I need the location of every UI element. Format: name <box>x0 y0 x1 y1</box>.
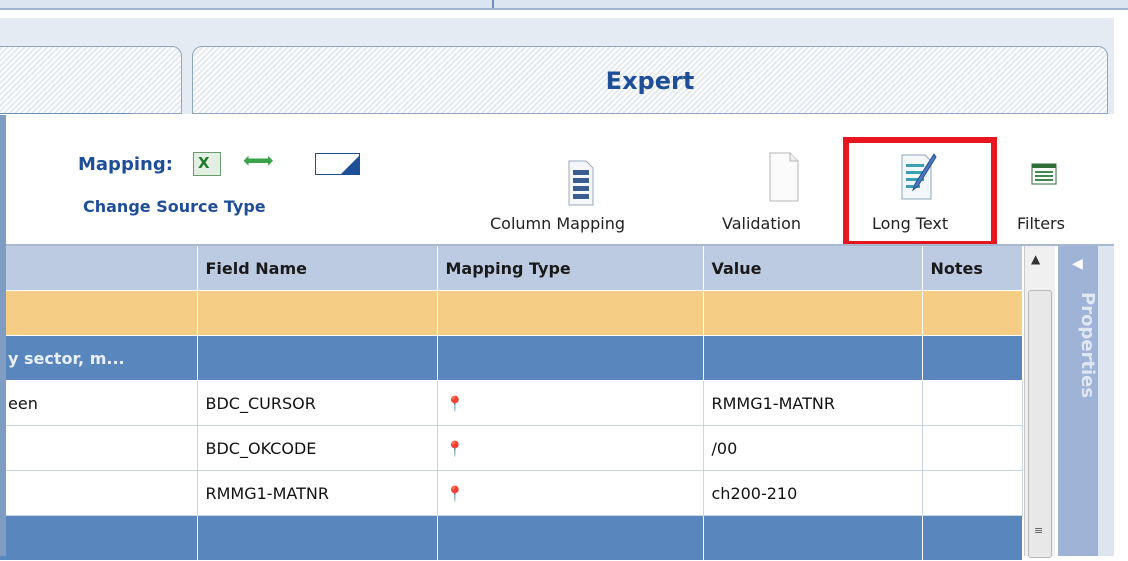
grid-cell[interactable] <box>703 335 923 381</box>
column-header-notes[interactable]: Notes <box>922 246 1023 291</box>
grid-cell-mapping-type[interactable]: 📍 <box>437 380 704 426</box>
arrows-icon: ⬅➡ <box>243 148 273 172</box>
grid-cell-mapping-type[interactable]: 📍 <box>437 425 704 471</box>
window-top-border <box>0 0 1128 10</box>
grid-cell[interactable]: een <box>0 380 198 426</box>
table-row[interactable]: BDC_OKCODE 📍 /00 <box>0 425 1023 471</box>
mapping-label: Mapping: <box>78 154 173 175</box>
filters-label: Filters <box>1017 214 1065 233</box>
grid-cell[interactable]: RMMG1-MATNR <box>197 470 438 516</box>
table-row[interactable] <box>0 290 1023 336</box>
filters-icon <box>1031 163 1057 185</box>
grid-cell[interactable] <box>0 470 198 516</box>
tab-strip: Expert <box>0 18 1114 115</box>
grid-cell[interactable] <box>922 290 1023 336</box>
grid-cell[interactable] <box>197 335 438 381</box>
pin-icon: 📍 <box>445 484 465 503</box>
grid-cell[interactable]: y sector, m... <box>0 335 198 381</box>
column-header-mapping-type[interactable]: Mapping Type <box>437 246 704 291</box>
scrollbar-grip-icon: ≡ <box>1034 524 1044 537</box>
pin-icon: 📍 <box>445 394 465 413</box>
grid-cell[interactable] <box>922 515 1023 561</box>
frame-left-edge <box>0 115 6 556</box>
grid-cell-mapping-type[interactable]: 📍 <box>437 470 704 516</box>
grid-cell[interactable]: RMMG1-MATNR <box>703 380 923 426</box>
grid-cell[interactable] <box>0 515 198 561</box>
grid-cell[interactable] <box>197 515 438 561</box>
column-mapping-icon <box>568 160 594 206</box>
tab-expert-label: Expert <box>605 67 695 95</box>
table-row[interactable]: een BDC_CURSOR 📍 RMMG1-MATNR <box>0 380 1023 426</box>
grid-cell[interactable] <box>703 290 923 336</box>
grid-cell[interactable]: ch200-210 <box>703 470 923 516</box>
excel-icon[interactable]: X <box>193 152 221 176</box>
table-row[interactable] <box>0 515 1023 561</box>
scroll-up-arrow-icon[interactable]: ▲ <box>1031 252 1040 266</box>
target-box-icon[interactable] <box>315 153 360 175</box>
tab-expert[interactable]: Expert <box>192 46 1108 114</box>
properties-panel-label: Properties <box>1077 292 1098 399</box>
grid-cell[interactable] <box>922 425 1023 471</box>
scrollbar-thumb[interactable] <box>1028 290 1052 558</box>
frame-right-edge <box>1098 246 1114 556</box>
grid-cell[interactable] <box>922 470 1023 516</box>
grid-cell[interactable]: BDC_CURSOR <box>197 380 438 426</box>
grid-header-row: Field Name Mapping Type Value Notes <box>0 246 1023 291</box>
grid-cell[interactable] <box>922 380 1023 426</box>
grid-cell[interactable] <box>703 515 923 561</box>
change-source-type-link[interactable]: Change Source Type <box>83 197 266 216</box>
column-header-field-name[interactable]: Field Name <box>197 246 438 291</box>
tab-previous[interactable] <box>0 46 182 114</box>
grid-cell[interactable] <box>437 290 704 336</box>
grid-cell[interactable] <box>437 515 704 561</box>
table-row[interactable]: y sector, m... <box>0 335 1023 381</box>
grid-cell[interactable] <box>0 425 198 471</box>
table-row[interactable]: RMMG1-MATNR 📍 ch200-210 <box>0 470 1023 516</box>
splitter-handle[interactable] <box>492 0 494 8</box>
collapse-arrow-icon[interactable]: ◀ <box>1072 256 1083 272</box>
grid-cell[interactable] <box>0 290 198 336</box>
mapping-grid: Field Name Mapping Type Value Notes y se… <box>0 246 1023 561</box>
validation-icon <box>769 152 799 202</box>
column-header-description[interactable] <box>0 246 198 291</box>
long-text-highlight-box <box>843 137 997 247</box>
grid-cell[interactable]: /00 <box>703 425 923 471</box>
grid-cell[interactable] <box>437 335 704 381</box>
pin-icon: 📍 <box>445 439 465 458</box>
grid-cell[interactable] <box>922 335 1023 381</box>
validation-label: Validation <box>722 214 802 233</box>
grid-cell[interactable] <box>197 290 438 336</box>
column-mapping-label: Column Mapping <box>490 214 626 233</box>
grid-cell[interactable]: BDC_OKCODE <box>197 425 438 471</box>
column-header-value[interactable]: Value <box>703 246 923 291</box>
